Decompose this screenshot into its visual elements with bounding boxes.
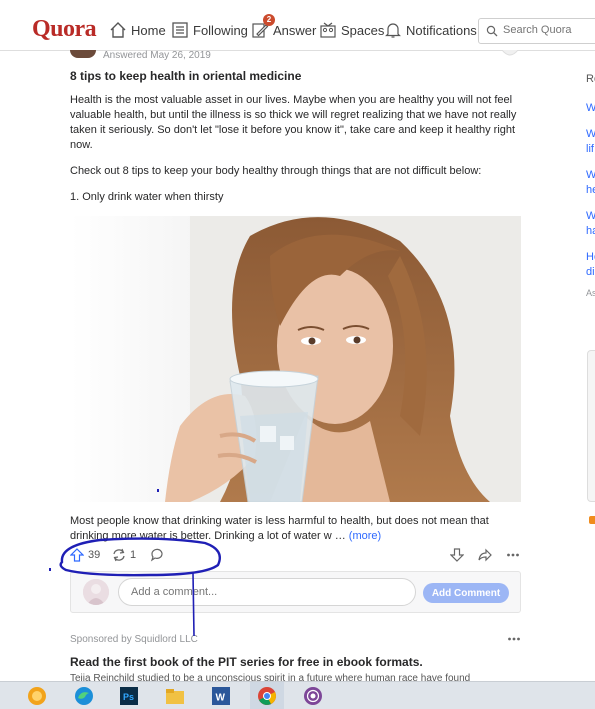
svg-text:Ps: Ps xyxy=(123,692,134,702)
photoshop-icon[interactable]: Ps xyxy=(118,685,140,707)
hand-drawn-annotation xyxy=(49,489,222,637)
tor-browser-icon[interactable] xyxy=(302,685,324,707)
chrome-icon[interactable] xyxy=(256,685,278,707)
windows-taskbar: Ps W xyxy=(0,681,595,709)
edge-browser-icon[interactable] xyxy=(73,685,95,707)
file-explorer-icon[interactable] xyxy=(164,685,186,707)
word-icon[interactable]: W xyxy=(210,685,232,707)
svg-text:W: W xyxy=(216,693,226,704)
start-orb-icon[interactable] xyxy=(26,685,48,707)
